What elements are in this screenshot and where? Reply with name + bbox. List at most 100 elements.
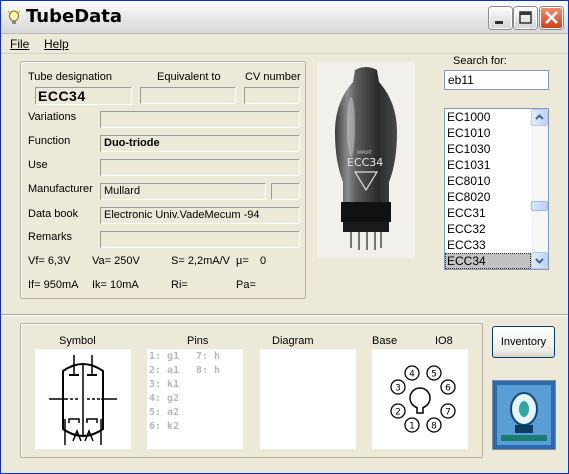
close-icon [545,11,558,24]
tube-logo-icon [493,381,555,449]
manufacturer-label: Manufacturer [28,183,93,195]
tube-photo-image: IMPORT ECC34 [335,67,397,250]
maximize-button[interactable] [514,7,537,29]
pin-entry: 6: k2 [149,421,180,432]
pins-column-2: 7: h 8: h [196,350,220,378]
tube-photo-text: ECC34 [347,156,383,169]
tube-list-item[interactable]: ECC33 [445,237,531,253]
base-pins: 12 34 56 78 [390,365,456,433]
tube-list-item[interactable]: EC8010 [445,173,531,189]
param-mu-value: 0 [260,255,267,267]
base-panel: 12 34 56 78 [372,349,468,449]
use-field[interactable] [100,159,300,176]
symbol-panel [35,349,131,449]
tube-list-item[interactable]: ECC31 [445,205,531,221]
list-scrollbar[interactable] [531,109,548,269]
base-pin-number: 2 [395,408,401,418]
menu-file-label: File [10,37,30,51]
base-pin-number: 5 [431,370,437,380]
section-separator [1,314,568,316]
pins-label: Pins [187,335,209,347]
close-button[interactable] [540,7,563,29]
triode-symbol [49,355,117,445]
param-s: S= 2,2mA/V [171,255,231,267]
param-va: Va= 250V [92,255,140,267]
title-bar[interactable]: TubeData [1,1,568,34]
base-label: Base [372,335,398,347]
tube-app-icon [7,10,21,24]
tube-list-item[interactable]: ECC32 [445,221,531,237]
manufacturer-extra-field[interactable] [271,183,300,200]
variations-label: Variations [28,111,77,123]
window-title: TubeData [26,6,123,27]
menu-help-label: Help [44,37,69,51]
diagram-panel [260,349,356,449]
tube-list-items: EC1000 EC1010 EC1030 EC1031 EC8010 EC8020 ECC3… [445,109,531,269]
variations-field[interactable] [100,111,300,128]
pin-entry: 7: h [196,351,221,362]
base-pin-number: 3 [395,384,401,394]
base-type-label: IO8 [435,335,453,347]
pins-column-1: 1: g1 2: a1 3: k1 4: g2 5: a2 6: k2 [149,350,179,434]
base-pin-number: 1 [409,422,415,432]
param-if: If= 950mA [28,279,79,291]
remarks-label: Remarks [28,231,73,243]
data-book-label: Data book [28,208,79,220]
menu-help[interactable]: Help [44,37,69,51]
search-label: Search for: [453,55,507,67]
cv-number-field[interactable] [244,87,300,104]
param-vf: Vf= 6,3V [28,255,71,267]
param-pa: Pa= [236,279,256,291]
minimize-button[interactable] [489,7,512,29]
scroll-down-button[interactable] [531,252,548,269]
pin-entry: 4: g2 [149,393,180,404]
equivalent-to-field[interactable] [140,87,236,104]
pin-entry: 8: h [196,365,221,376]
maximize-icon [519,11,532,24]
pin-entry: 3: k1 [149,379,180,390]
pins-panel: 1: g1 2: a1 3: k1 4: g2 5: a2 6: k2 7: h… [147,349,243,449]
cv-number-label: CV number [245,71,301,83]
remarks-field[interactable] [100,231,300,248]
menu-file[interactable]: File [10,37,29,51]
tube-list-item[interactable]: EC8020 [445,189,531,205]
param-ri: Ri= [171,279,188,291]
function-label: Function [28,135,71,147]
tube-list-item[interactable]: EC1030 [445,141,531,157]
inventory-button[interactable]: Inventory [492,326,555,358]
octal-base-diagram: 12 34 56 78 [390,365,456,433]
tube-designation-label: Tube designation [28,71,112,83]
scroll-thumb[interactable] [531,201,548,211]
search-input[interactable]: eb11 [444,70,549,90]
base-pin-number: 6 [445,384,451,394]
pin-entry: 2: a1 [149,365,180,376]
minimize-icon [495,21,503,24]
param-ik: Ik= 10mA [92,279,139,291]
pin-entry: 1: g1 [149,351,180,362]
symbol-label: Symbol [59,335,96,347]
tube-photo: IMPORT ECC34 [317,62,415,258]
equivalent-to-label: Equivalent to [157,71,221,83]
tube-list-item[interactable]: EC1000 [445,109,531,125]
base-pin-number: 7 [445,408,451,418]
diagram-label: Diagram [272,335,314,347]
function-field[interactable]: Duo-triode [100,135,300,152]
arrow-up-icon [535,114,544,120]
tube-list-item[interactable]: ECC34 [445,253,531,269]
use-label: Use [28,159,48,171]
tube-photo-small-text: IMPORT [357,150,373,155]
tube-list-item[interactable]: EC1031 [445,157,531,173]
scroll-up-button[interactable] [531,109,548,126]
menu-bar: File Help [1,34,568,54]
data-book-field[interactable]: Electronic Univ.VadeMecum -94 [100,207,300,224]
app-window: TubeData File Help Tube designation Equi… [0,0,569,474]
base-pin-number: 8 [431,422,437,432]
manufacturer-field[interactable]: Mullard [100,183,266,200]
tube-listbox[interactable]: EC1000 EC1010 EC1030 EC1031 EC8010 EC8020 ECC3… [444,108,549,270]
base-pin-number: 4 [409,370,415,380]
tubedata-logo [492,380,556,450]
tube-list-item[interactable]: EC1010 [445,125,531,141]
param-mu: µ= [236,255,249,267]
arrow-down-icon [535,258,544,264]
tube-designation-field[interactable]: ECC34 [35,87,132,105]
